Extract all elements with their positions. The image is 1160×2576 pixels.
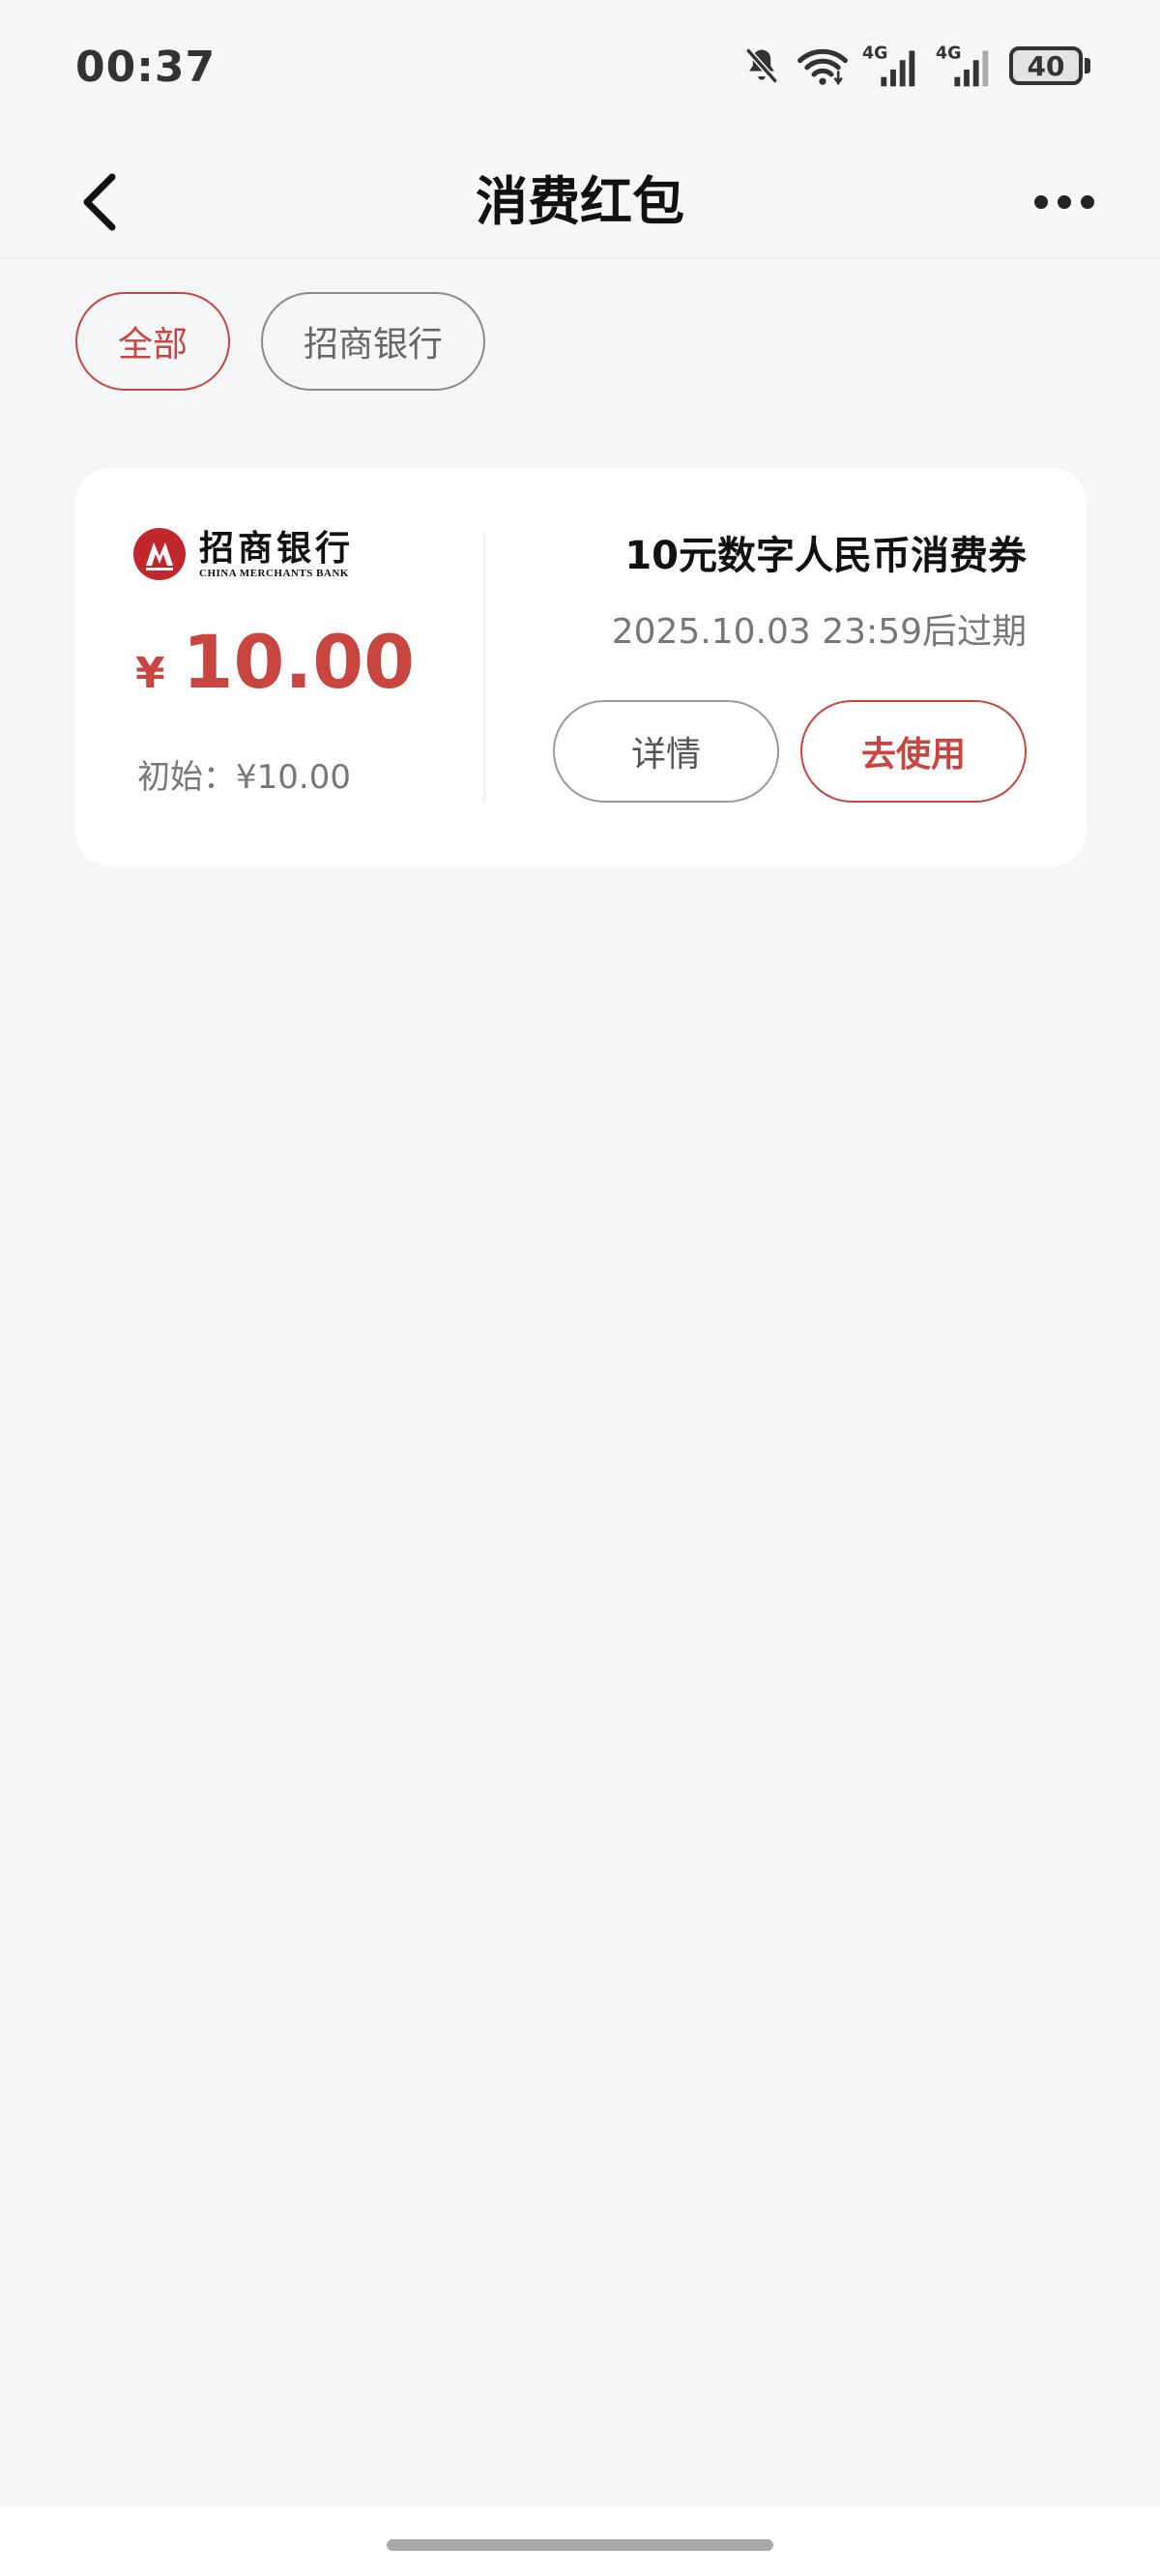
nav-bar: 消费红包 (0, 145, 1160, 259)
network-label-2: 4G (936, 44, 961, 63)
status-icons: 4G 4G 40 (740, 43, 1090, 89)
filter-chips: 全部 招商银行 (75, 292, 485, 391)
amount-value: 10.00 (182, 619, 416, 705)
bank-name-en: CHINA MERCHANTS BANK (199, 568, 349, 579)
more-button[interactable] (1021, 159, 1108, 246)
currency-symbol: ¥ (135, 649, 165, 698)
network-label-1: 4G (862, 44, 887, 63)
home-indicator[interactable] (387, 2539, 773, 2551)
filter-chip-all[interactable]: 全部 (75, 292, 230, 391)
filter-chip-cmb[interactable]: 招商银行 (261, 292, 485, 391)
bank-name-cn: 招商银行 (199, 528, 355, 569)
cmb-logo-icon (133, 528, 186, 580)
coupon-card[interactable]: 招商银行 CHINA MERCHANTS BANK ¥ 10.00 初始：¥10… (75, 468, 1087, 866)
use-button[interactable]: 去使用 (800, 700, 1027, 803)
status-time: 00:37 (75, 43, 217, 92)
wifi-icon (797, 44, 849, 87)
more-horizontal-icon (1034, 195, 1048, 209)
initial-amount: 初始：¥10.00 (137, 758, 351, 797)
bottom-area (0, 2506, 1160, 2576)
status-bar: 00:37 4G 4G 40 (0, 0, 1160, 145)
bank-logo: 招商银行 CHINA MERCHANTS BANK (133, 528, 354, 580)
coupon-expiry: 2025.10.03 23:59后过期 (611, 612, 1027, 652)
signal-icon-1: 4G (862, 43, 922, 89)
signal-icon-2: 4G (936, 43, 996, 89)
page-title: 消费红包 (476, 171, 684, 232)
battery-icon: 40 (1009, 46, 1090, 85)
detail-button[interactable]: 详情 (553, 700, 779, 803)
battery-level: 40 (1009, 46, 1083, 85)
coupon-title: 10元数字人民币消费券 (624, 534, 1027, 578)
card-divider (483, 532, 485, 803)
coupon-amount: ¥ 10.00 (135, 619, 415, 705)
bell-off-icon (740, 44, 783, 87)
